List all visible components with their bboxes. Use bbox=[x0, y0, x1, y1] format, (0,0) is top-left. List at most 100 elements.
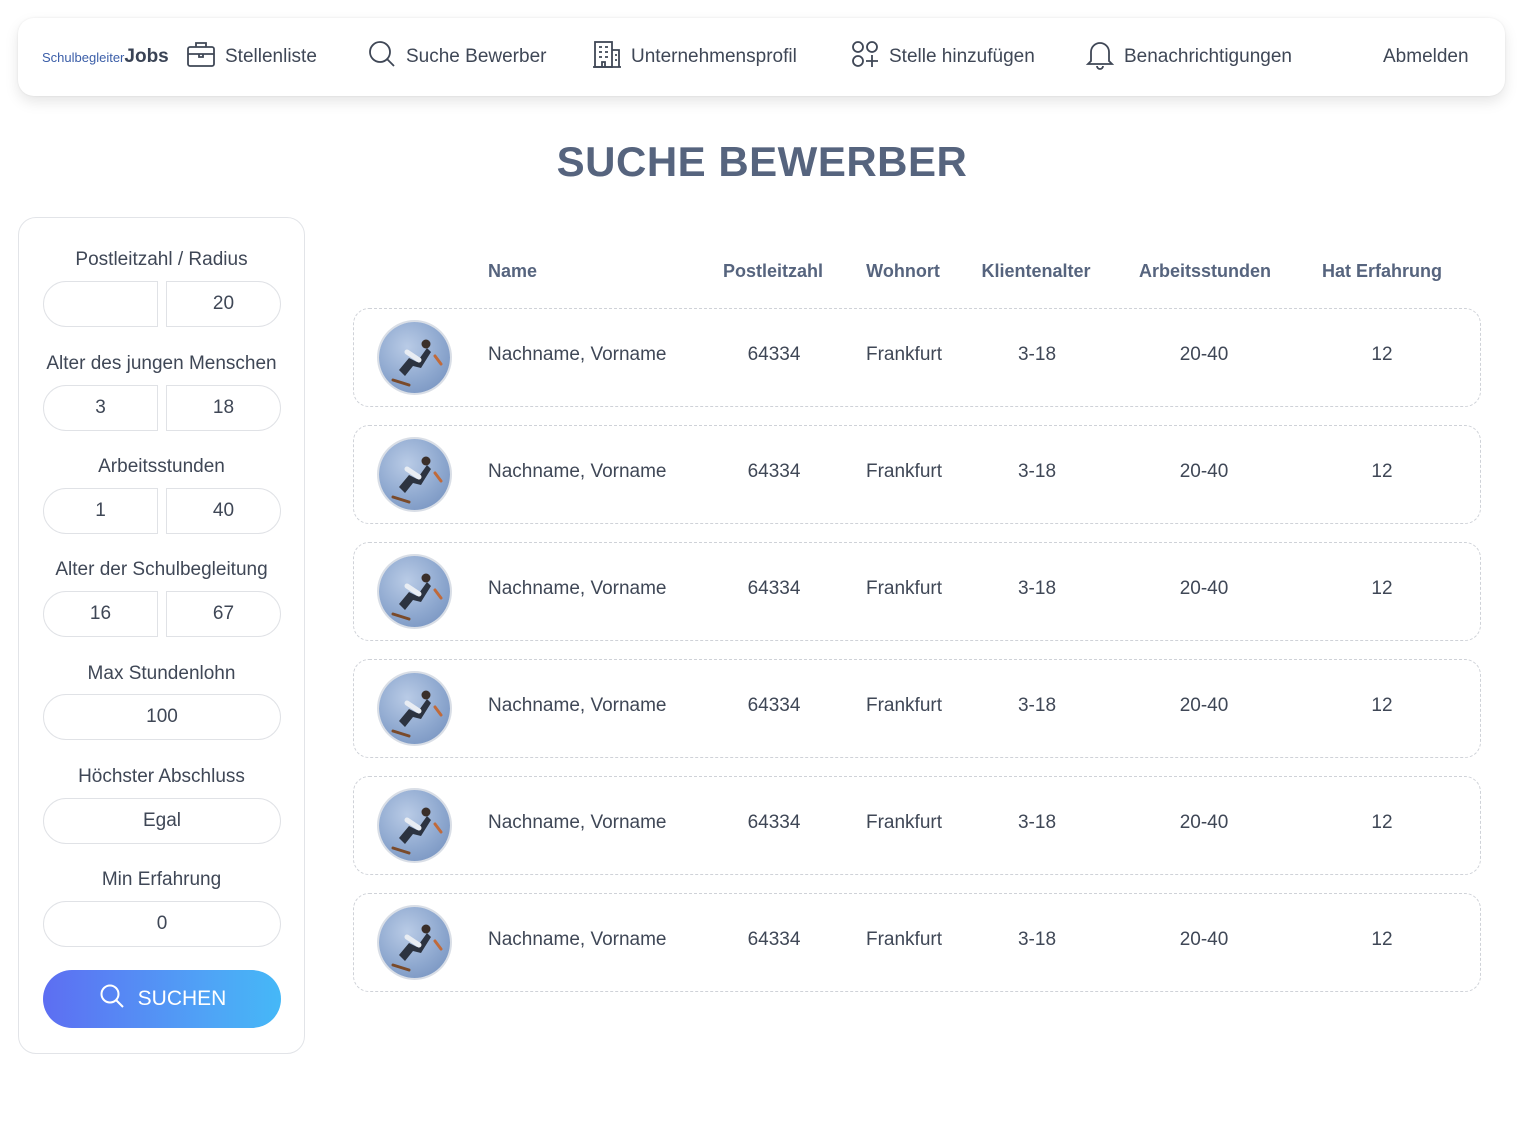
cell-wohnort: Frankfurt bbox=[865, 695, 943, 716]
cell-klientenalter: 3-18 bbox=[1017, 578, 1057, 599]
hours-min-input[interactable]: 1 bbox=[43, 488, 158, 534]
cell-klientenalter: 3-18 bbox=[1017, 461, 1057, 482]
table-row[interactable]: Nachname, Vorname 64334 Frankfurt 3-18 2… bbox=[353, 425, 1481, 524]
cell-plz: 64334 bbox=[747, 578, 801, 599]
cell-wohnort: Frankfurt bbox=[865, 344, 943, 365]
nav-item-benachrichtigungen[interactable]: Benachrichtigungen bbox=[1084, 40, 1292, 74]
table-row[interactable]: Nachname, Vorname 64334 Frankfurt 3-18 2… bbox=[353, 893, 1481, 992]
cell-klientenalter: 3-18 bbox=[1017, 812, 1057, 833]
cell-klientenalter: 3-18 bbox=[1017, 929, 1057, 950]
avatar bbox=[379, 790, 450, 861]
cell-wohnort: Frankfurt bbox=[865, 578, 943, 599]
page-title: SUCHE BEWERBER bbox=[556, 138, 968, 185]
cell-erfahrung: 12 bbox=[1371, 578, 1393, 599]
column-header-name: Name bbox=[488, 261, 538, 281]
bell-icon bbox=[1084, 38, 1116, 76]
cell-plz: 64334 bbox=[747, 461, 801, 482]
cell-erfahrung: 12 bbox=[1371, 695, 1393, 716]
filter-label-degree: Höchster Abschluss bbox=[78, 766, 245, 787]
nav-item-label: Stelle hinzufügen bbox=[889, 46, 1035, 67]
cell-name: Nachname, Vorname bbox=[488, 812, 667, 833]
avatar bbox=[379, 322, 450, 393]
cell-name: Nachname, Vorname bbox=[488, 695, 667, 716]
plz-input[interactable] bbox=[43, 281, 158, 327]
age-companion-group: 16 67 bbox=[43, 591, 281, 637]
cell-wohnort: Frankfurt bbox=[865, 812, 943, 833]
logout-label: Abmelden bbox=[1383, 46, 1469, 67]
cell-klientenalter: 3-18 bbox=[1017, 695, 1057, 716]
table-row[interactable]: Nachname, Vorname 64334 Frankfurt 3-18 2… bbox=[353, 776, 1481, 875]
cell-arbeitsstunden: 20-40 bbox=[1179, 461, 1229, 482]
cell-arbeitsstunden: 20-40 bbox=[1179, 578, 1229, 599]
column-header-klientenalter: Klientenalter bbox=[981, 261, 1091, 281]
search-icon bbox=[366, 38, 398, 76]
hours-max-input[interactable]: 40 bbox=[166, 488, 281, 534]
filter-label-age-young: Alter des jungen Menschen bbox=[46, 353, 277, 374]
cell-arbeitsstunden: 20-40 bbox=[1179, 812, 1229, 833]
table-row[interactable]: Nachname, Vorname 64334 Frankfurt 3-18 2… bbox=[353, 308, 1481, 407]
min-exp-input[interactable]: 0 bbox=[43, 901, 281, 947]
filter-label-max-wage: Max Stundenlohn bbox=[87, 663, 236, 684]
cell-plz: 64334 bbox=[747, 695, 801, 716]
table-row[interactable]: Nachname, Vorname 64334 Frankfurt 3-18 2… bbox=[353, 659, 1481, 758]
avatar bbox=[379, 439, 450, 510]
age-young-group: 3 18 bbox=[43, 385, 281, 431]
max-wage-input[interactable]: 100 bbox=[43, 694, 281, 740]
filter-sidebar: Postleitzahl / Radius 20 Alter des junge… bbox=[18, 217, 305, 1054]
age-young-max-input[interactable]: 18 bbox=[166, 385, 281, 431]
cell-erfahrung: 12 bbox=[1371, 812, 1393, 833]
cell-erfahrung: 12 bbox=[1371, 461, 1393, 482]
avatar bbox=[379, 907, 450, 978]
search-button[interactable]: SUCHEN bbox=[43, 970, 281, 1028]
nav-item-label: Suche Bewerber bbox=[406, 46, 547, 67]
building-icon bbox=[591, 38, 623, 76]
cell-arbeitsstunden: 20-40 bbox=[1179, 929, 1229, 950]
filter-label-age-companion: Alter der Schulbegleitung bbox=[55, 559, 268, 580]
age-companion-max-input[interactable]: 67 bbox=[166, 591, 281, 637]
column-header-arbeitsstunden: Arbeitsstunden bbox=[1138, 261, 1271, 281]
filter-label-plz: Postleitzahl / Radius bbox=[75, 249, 248, 270]
plz-radius-group: 20 bbox=[43, 281, 281, 327]
cell-name: Nachname, Vorname bbox=[488, 929, 667, 950]
degree-select[interactable]: Egal bbox=[43, 798, 281, 844]
age-young-min-input[interactable]: 3 bbox=[43, 385, 158, 431]
cell-arbeitsstunden: 20-40 bbox=[1179, 695, 1229, 716]
search-button-label: SUCHEN bbox=[137, 987, 227, 1010]
cell-wohnort: Frankfurt bbox=[865, 929, 943, 950]
filter-label-min-exp: Min Erfahrung bbox=[101, 869, 222, 890]
nav-item-stellenliste[interactable]: Stellenliste bbox=[185, 40, 317, 74]
logo-text-small: Schulbegleiter bbox=[42, 50, 125, 65]
column-header-plz: Postleitzahl bbox=[722, 261, 824, 281]
cell-plz: 64334 bbox=[747, 812, 801, 833]
search-icon bbox=[98, 982, 126, 1016]
cell-erfahrung: 12 bbox=[1371, 929, 1393, 950]
nav-item-label: Benachrichtigungen bbox=[1124, 46, 1292, 67]
age-companion-min-input[interactable]: 16 bbox=[43, 591, 158, 637]
briefcase-icon bbox=[185, 38, 217, 76]
logo-text-bold: Jobs bbox=[124, 46, 169, 67]
cell-plz: 64334 bbox=[747, 929, 801, 950]
avatar bbox=[379, 556, 450, 627]
cell-name: Nachname, Vorname bbox=[488, 461, 667, 482]
radius-input[interactable]: 20 bbox=[166, 281, 281, 327]
cell-erfahrung: 12 bbox=[1371, 344, 1393, 365]
logo[interactable]: Schulbegleiter Jobs bbox=[42, 46, 169, 68]
cell-plz: 64334 bbox=[747, 344, 801, 365]
cell-klientenalter: 3-18 bbox=[1017, 344, 1057, 365]
nav-item-unternehmensprofil[interactable]: Unternehmensprofil bbox=[591, 40, 797, 74]
cell-name: Nachname, Vorname bbox=[488, 344, 667, 365]
filter-label-hours: Arbeitsstunden bbox=[98, 456, 225, 477]
nav-item-label: Unternehmensprofil bbox=[631, 46, 797, 67]
nav-item-stelle-hinzufuegen[interactable]: Stelle hinzufügen bbox=[849, 40, 1035, 74]
column-header-erfahrung: Hat Erfahrung bbox=[1321, 261, 1442, 281]
nav-item-suche-bewerber[interactable]: Suche Bewerber bbox=[366, 40, 546, 74]
logout-link[interactable]: Abmelden bbox=[1383, 40, 1469, 74]
nav-item-label: Stellenliste bbox=[225, 46, 317, 67]
cell-name: Nachname, Vorname bbox=[488, 578, 667, 599]
cell-arbeitsstunden: 20-40 bbox=[1179, 344, 1229, 365]
column-header-wohnort: Wohnort bbox=[866, 261, 940, 281]
avatar bbox=[379, 673, 450, 744]
table-row[interactable]: Nachname, Vorname 64334 Frankfurt 3-18 2… bbox=[353, 542, 1481, 641]
hours-group: 1 40 bbox=[43, 488, 281, 534]
add-grid-icon bbox=[849, 38, 881, 76]
